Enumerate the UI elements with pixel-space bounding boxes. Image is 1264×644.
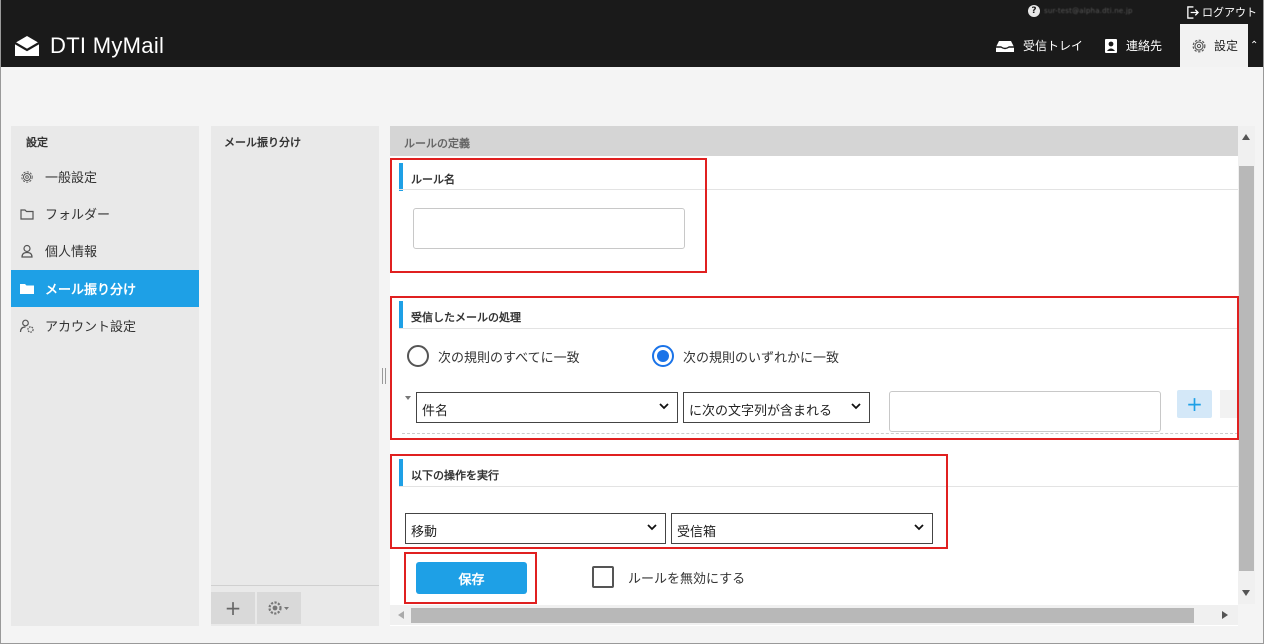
plus-icon: + bbox=[1186, 392, 1203, 416]
rule-name-title: ルール名 bbox=[399, 163, 455, 191]
chevron-down-icon bbox=[851, 403, 861, 410]
help-icon[interactable]: ? bbox=[1028, 5, 1040, 17]
mail-logo-icon bbox=[14, 36, 40, 56]
scroll-right-icon[interactable] bbox=[1222, 611, 1228, 619]
app-window: ? sur-test@alpha.dti.ne.jp ログアウト DTI MyM… bbox=[0, 0, 1264, 644]
nav-settings[interactable]: 設定 bbox=[1180, 24, 1248, 67]
rule-reorder-icon[interactable] bbox=[405, 396, 411, 400]
filter-list-footer: + bbox=[211, 585, 379, 626]
nav-contacts-label: 連絡先 bbox=[1126, 39, 1163, 53]
person-icon bbox=[21, 244, 33, 258]
sidebar-item-account-settings[interactable]: アカウント設定 bbox=[11, 307, 199, 344]
chevron-down-icon bbox=[647, 524, 657, 531]
divider bbox=[399, 328, 1238, 329]
match-all-label: 次の規則のすべてに一致 bbox=[438, 350, 580, 366]
action-select[interactable]: 移動 bbox=[405, 513, 666, 544]
nav-contacts[interactable]: 連絡先 bbox=[1104, 24, 1162, 67]
radio-circle[interactable] bbox=[407, 345, 429, 367]
settings-sidebar: 設定 一般設定 フォルダー 個人情報 メール振り分け アカウント設定 bbox=[11, 126, 199, 626]
rule-field-select[interactable]: 件名 bbox=[416, 392, 678, 423]
match-any-label: 次の規則のいずれかに一致 bbox=[683, 350, 840, 366]
sidebar-item-label: 一般設定 bbox=[45, 171, 98, 186]
brand-name: DTI MyMail bbox=[50, 33, 165, 58]
nav-settings-label: 設定 bbox=[1213, 39, 1238, 53]
divider bbox=[399, 189, 1238, 190]
sidebar-item-label: メール振り分け bbox=[45, 283, 137, 298]
match-any-radio[interactable]: 次の規則のいずれかに一致 bbox=[652, 345, 839, 367]
scroll-left-icon[interactable] bbox=[398, 611, 404, 619]
sidebar-item-label: アカウント設定 bbox=[45, 320, 137, 335]
scroll-down-icon[interactable] bbox=[1242, 590, 1250, 596]
incoming-mail-title: 受信したメールの処理 bbox=[399, 301, 521, 329]
gear-icon bbox=[21, 170, 33, 183]
sidebar-item-mail-filter[interactable]: メール振り分け bbox=[11, 270, 199, 307]
sidebar-item-label: 個人情報 bbox=[45, 245, 98, 260]
save-button[interactable]: 保存 bbox=[416, 562, 527, 594]
logout-label: ログアウト bbox=[1202, 6, 1257, 19]
gear-dropdown-icon bbox=[268, 601, 289, 615]
app-header: DTI MyMail 受信トレイ 連絡先 設定 ⌃ bbox=[1, 24, 1263, 67]
brand-logo[interactable]: DTI MyMail bbox=[13, 33, 164, 59]
target-folder-select[interactable]: 受信箱 bbox=[671, 513, 933, 544]
account-settings-icon bbox=[19, 319, 34, 333]
actions-title: 以下の操作を実行 bbox=[399, 459, 499, 487]
gear-icon bbox=[1192, 39, 1206, 52]
nav-inbox-label: 受信トレイ bbox=[1023, 39, 1084, 53]
chevron-down-icon bbox=[914, 524, 924, 531]
rule-definition-panel: ルールの定義 ルール名 受信したメールの処理 次の規則のすべてに一致 次の規則の… bbox=[390, 126, 1238, 626]
logout-button[interactable]: ログアウト bbox=[1186, 4, 1257, 20]
sidebar-item-folders[interactable]: フォルダー bbox=[11, 195, 199, 232]
add-rule-button[interactable]: + bbox=[1177, 390, 1212, 418]
user-area: ? sur-test@alpha.dti.ne.jp bbox=[1028, 5, 1133, 17]
rule-value-input[interactable] bbox=[889, 391, 1161, 432]
sidebar-title: 設定 bbox=[26, 136, 48, 149]
rule-operator-value: に次の文字列が含まれる bbox=[689, 404, 833, 419]
user-email: sur-test@alpha.dti.ne.jp bbox=[1044, 7, 1133, 15]
inbox-icon bbox=[996, 40, 1014, 52]
target-folder-value: 受信箱 bbox=[677, 525, 717, 540]
radio-circle-selected[interactable] bbox=[652, 345, 674, 367]
nav-inbox[interactable]: 受信トレイ bbox=[995, 24, 1083, 67]
collapse-header-icon[interactable]: ⌃ bbox=[1250, 40, 1258, 51]
scroll-up-icon[interactable] bbox=[1242, 134, 1250, 140]
sidebar-item-label: フォルダー bbox=[45, 208, 111, 223]
disable-rule-option[interactable]: ルールを無効にする bbox=[592, 566, 745, 588]
plus-icon: + bbox=[224, 596, 242, 620]
filter-options-button[interactable] bbox=[257, 592, 301, 624]
action-value: 移動 bbox=[411, 525, 438, 540]
panel-header: ルールの定義 bbox=[390, 126, 1238, 156]
rule-operator-select[interactable]: に次の文字列が含まれる bbox=[683, 392, 870, 423]
filter-list-title: メール振り分け bbox=[224, 136, 301, 149]
disable-rule-checkbox[interactable] bbox=[592, 566, 614, 588]
folder-icon bbox=[20, 283, 34, 294]
contacts-icon bbox=[1105, 38, 1117, 53]
top-bar: ? sur-test@alpha.dti.ne.jp ログアウト bbox=[1, 0, 1263, 24]
folder-icon bbox=[20, 208, 34, 220]
disable-rule-label: ルールを無効にする bbox=[628, 571, 746, 587]
sidebar-item-personal-info[interactable]: 個人情報 bbox=[11, 232, 199, 269]
rule-field-value: 件名 bbox=[422, 404, 449, 419]
filter-list-pane: メール振り分け + bbox=[211, 126, 379, 626]
divider bbox=[399, 486, 1238, 487]
logout-icon bbox=[1187, 5, 1199, 19]
horizontal-scroll-thumb[interactable] bbox=[411, 608, 1194, 623]
add-filter-button[interactable]: + bbox=[211, 592, 255, 624]
rule-divider bbox=[402, 433, 1238, 434]
chevron-down-icon bbox=[659, 403, 669, 410]
match-all-radio[interactable]: 次の規則のすべてに一致 bbox=[407, 345, 580, 367]
sidebar-item-general[interactable]: 一般設定 bbox=[11, 158, 199, 195]
vertical-scroll-thumb[interactable] bbox=[1239, 166, 1254, 571]
remove-rule-button[interactable] bbox=[1220, 390, 1238, 418]
pane-resize-handle[interactable] bbox=[382, 368, 386, 384]
rule-name-input[interactable] bbox=[413, 208, 685, 249]
